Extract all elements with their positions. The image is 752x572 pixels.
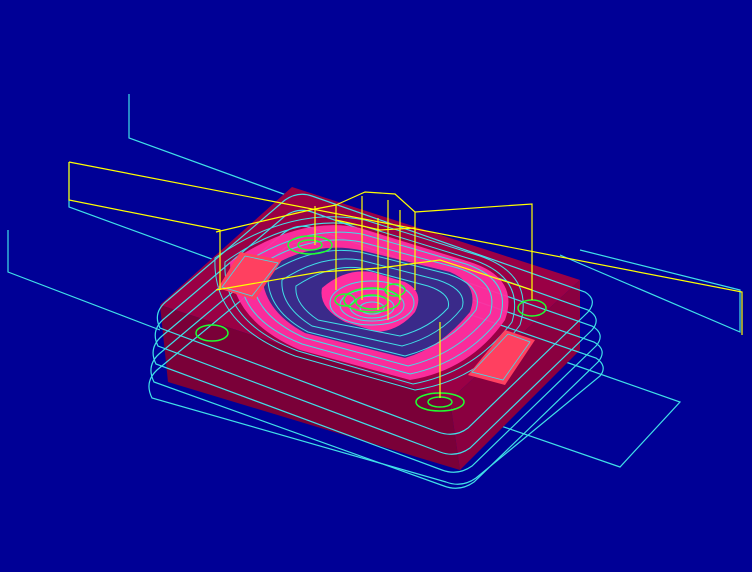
lead-in-path-far-left <box>7 230 161 331</box>
toolpath-3d-viewport[interactable] <box>0 0 752 572</box>
toolpath-scene[interactable] <box>0 0 752 572</box>
rapid-left-approach <box>68 162 221 290</box>
lead-in-path-top <box>128 94 301 201</box>
